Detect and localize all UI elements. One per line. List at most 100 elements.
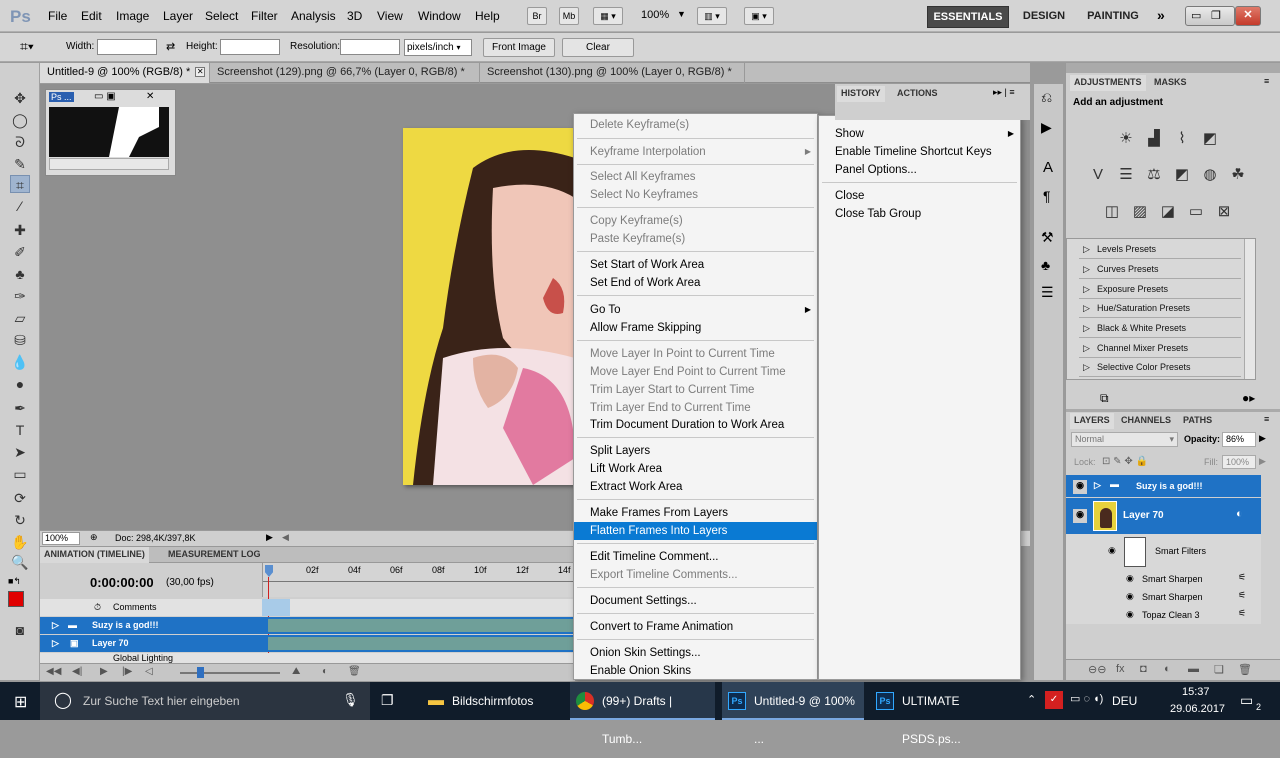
menu-item-convert-to-frame-animation[interactable]: Convert to Frame Animation [574,618,817,636]
opacity-field[interactable]: 86% [1222,432,1256,447]
tab-actions[interactable]: ACTIONS [893,86,942,102]
tab-untitled-9[interactable]: Untitled-9 @ 100% (RGB/8) * ✕ [40,63,210,83]
quick-select-tool-icon[interactable]: ✎ [10,155,30,173]
menu-item-keyframe-interpolation[interactable]: Keyframe Interpolation ▶ [574,143,817,161]
notification-icon[interactable]: ▭ [1240,692,1253,709]
menu-item-go-to[interactable]: Go To ▶ [574,301,817,319]
menu-item-flatten-frames-into-layers[interactable]: Flatten Frames Into Layers [574,522,817,540]
close-tab-icon[interactable]: ✕ [195,67,206,78]
tab-animation-timeline[interactable]: ANIMATION (TIMELINE) [40,547,149,563]
menu-item-enable-onion-skins[interactable]: Enable Onion Skins [574,662,817,680]
taskbar-app-chrome[interactable]: (99+) Drafts | Tumb... [570,682,715,746]
fill-field[interactable]: 100% [1222,455,1256,469]
microphone-icon[interactable]: 🎙 [342,692,359,708]
hand-tool-icon[interactable]: ✋ [10,533,30,551]
brush-presets-icon[interactable]: ☰ [1041,284,1054,301]
character-panel-icon[interactable]: A [1043,159,1053,176]
threshold-icon[interactable]: ◪ [1158,202,1178,222]
gradient-map-icon[interactable]: ▭ [1186,202,1206,222]
menu-item-set-end-work-area[interactable]: Set End of Work Area [574,274,817,292]
task-view-icon[interactable]: ❐ [381,692,394,709]
tab-adjustments[interactable]: ADJUSTMENTS [1070,75,1146,91]
resolution-unit-select[interactable]: pixels/inch ▾ [404,39,472,56]
navigator-scrollbar[interactable] [49,158,169,170]
menu-item-make-frames-from-layers[interactable]: Make Frames From Layers [574,504,817,522]
workspace-painting[interactable]: PAINTING [1080,6,1146,28]
prev-frame-icon[interactable]: ◀| [72,666,82,677]
zoom-level[interactable]: 100% [641,9,669,21]
filter-mask-thumbnail[interactable] [1124,537,1146,567]
lasso-tool-icon[interactable]: ᘐ [10,133,30,151]
menu-select[interactable]: Select [205,9,238,23]
panel-menu-icon[interactable]: ≡ [1264,414,1269,424]
scroll-left-icon[interactable]: ◀ [282,532,289,543]
more-workspaces-icon[interactable]: » [1157,7,1165,23]
menu-item-select-all-keyframes[interactable]: Select All Keyframes [574,168,817,186]
zoom-dropdown-icon[interactable]: ▼ [677,9,686,19]
visibility-eye-icon[interactable]: ◉ [1126,591,1134,602]
menu-analysis[interactable]: Analysis [291,9,336,23]
pen-tool-icon[interactable]: ✒ [10,399,30,417]
menu-item-paste-keyframes[interactable]: Paste Keyframe(s) [574,230,817,248]
menu-item-move-layer-in[interactable]: Move Layer In Point to Current Time [574,345,817,363]
bridge-button[interactable]: Br [527,7,547,25]
document-image[interactable] [403,128,575,485]
levels-icon[interactable]: ▟ [1144,129,1164,149]
clear-button[interactable]: Clear [562,38,634,57]
tray-expand-icon[interactable]: ⌃ [1027,693,1036,706]
photo-filter-icon[interactable]: ◍ [1200,165,1220,185]
windows-start-icon[interactable]: ⊞ [14,692,27,712]
nav-minimize-icon[interactable]: ▭ ▣ [94,91,116,102]
tab-measurement-log[interactable]: MEASUREMENT LOG [164,547,265,563]
menu-view[interactable]: View [377,9,403,23]
black-white-icon[interactable]: ◩ [1172,165,1192,185]
zoom-in-icon[interactable]: ⛰ [292,666,300,677]
minibridge-button[interactable]: Mb [559,7,579,25]
expand-icon[interactable]: ▷ [52,617,59,633]
preset-exposure[interactable]: Exposure Presets [1079,280,1241,299]
onion-icon[interactable]: ◐ [322,666,328,677]
clone-stamp-tool-icon[interactable]: ♣ [10,265,30,283]
vibrance-icon[interactable]: V [1088,165,1108,185]
menu-edit[interactable]: Edit [81,9,102,23]
language-indicator[interactable]: DEU [1112,694,1137,708]
visibility-eye-icon[interactable]: ◉ [1073,509,1087,523]
first-frame-icon[interactable]: ◀◀ [46,666,61,677]
status-menu-icon[interactable]: ▶ [266,532,273,543]
clip-to-layer-icon[interactable]: ⧉ [1100,391,1109,406]
type-tool-icon[interactable]: T [10,421,30,439]
close-app-icon[interactable]: ✕ [1235,6,1261,26]
menu-item-trim-document-duration[interactable]: Trim Document Duration to Work Area [574,416,817,434]
menu-item-onion-skin-settings[interactable]: Onion Skin Settings... [574,644,817,662]
play-icon[interactable]: ▶ [100,666,108,677]
default-colors-icon[interactable]: ■↰ [8,576,21,587]
menu-item-export-timeline-comments[interactable]: Export Timeline Comments... [574,566,817,584]
menu-item-close[interactable]: Close [819,187,1020,205]
arrange-documents-icon[interactable]: ▥ ▾ [697,7,727,25]
presets-scrollbar[interactable] [1244,239,1255,379]
expand-icon[interactable]: ▷ [52,635,59,651]
layer-row-group[interactable]: ◉ ▷ ▬ Suzy is a god!!! [1066,475,1261,497]
menu-item-panel-options[interactable]: Panel Options... [819,161,1020,179]
dodge-tool-icon[interactable]: ● [10,375,30,393]
layer-row-layer-70[interactable]: ◉ Layer 70 ◐ [1066,498,1261,534]
comments-row[interactable]: ⏱ Comments [40,599,575,616]
eyedropper-tool-icon[interactable]: ⁄ [10,197,30,215]
front-image-button[interactable]: Front Image [483,38,555,57]
filter-row[interactable]: ◉ Smart Sharpen ⚟ [1066,570,1261,588]
view-extras-icon[interactable]: ▦ ▾ [593,7,623,25]
layer-style-icon[interactable]: fx [1116,663,1125,675]
preset-selective-color[interactable]: Selective Color Presets [1079,358,1241,377]
zoom-slider-handle[interactable] [197,667,204,678]
lock-icons[interactable]: ⊡ ✎ ✥ 🔒 [1102,456,1148,467]
quick-mask-icon[interactable]: ◙ [10,621,30,639]
smart-filters-row[interactable]: ◉ Smart Filters [1066,534,1261,570]
3d-orbit-tool-icon[interactable]: ↻ [10,511,30,529]
visibility-eye-icon[interactable]: ◉ [1126,573,1134,584]
preset-channel-mixer[interactable]: Channel Mixer Presets [1079,339,1241,358]
tool-presets-icon[interactable]: ⚒ [1041,229,1054,246]
curves-icon[interactable]: ⌇ [1172,129,1192,149]
visibility-eye-icon[interactable]: ◉ [1108,545,1116,556]
foreground-color-swatch[interactable] [8,591,24,607]
tab-layers[interactable]: LAYERS [1070,413,1114,429]
